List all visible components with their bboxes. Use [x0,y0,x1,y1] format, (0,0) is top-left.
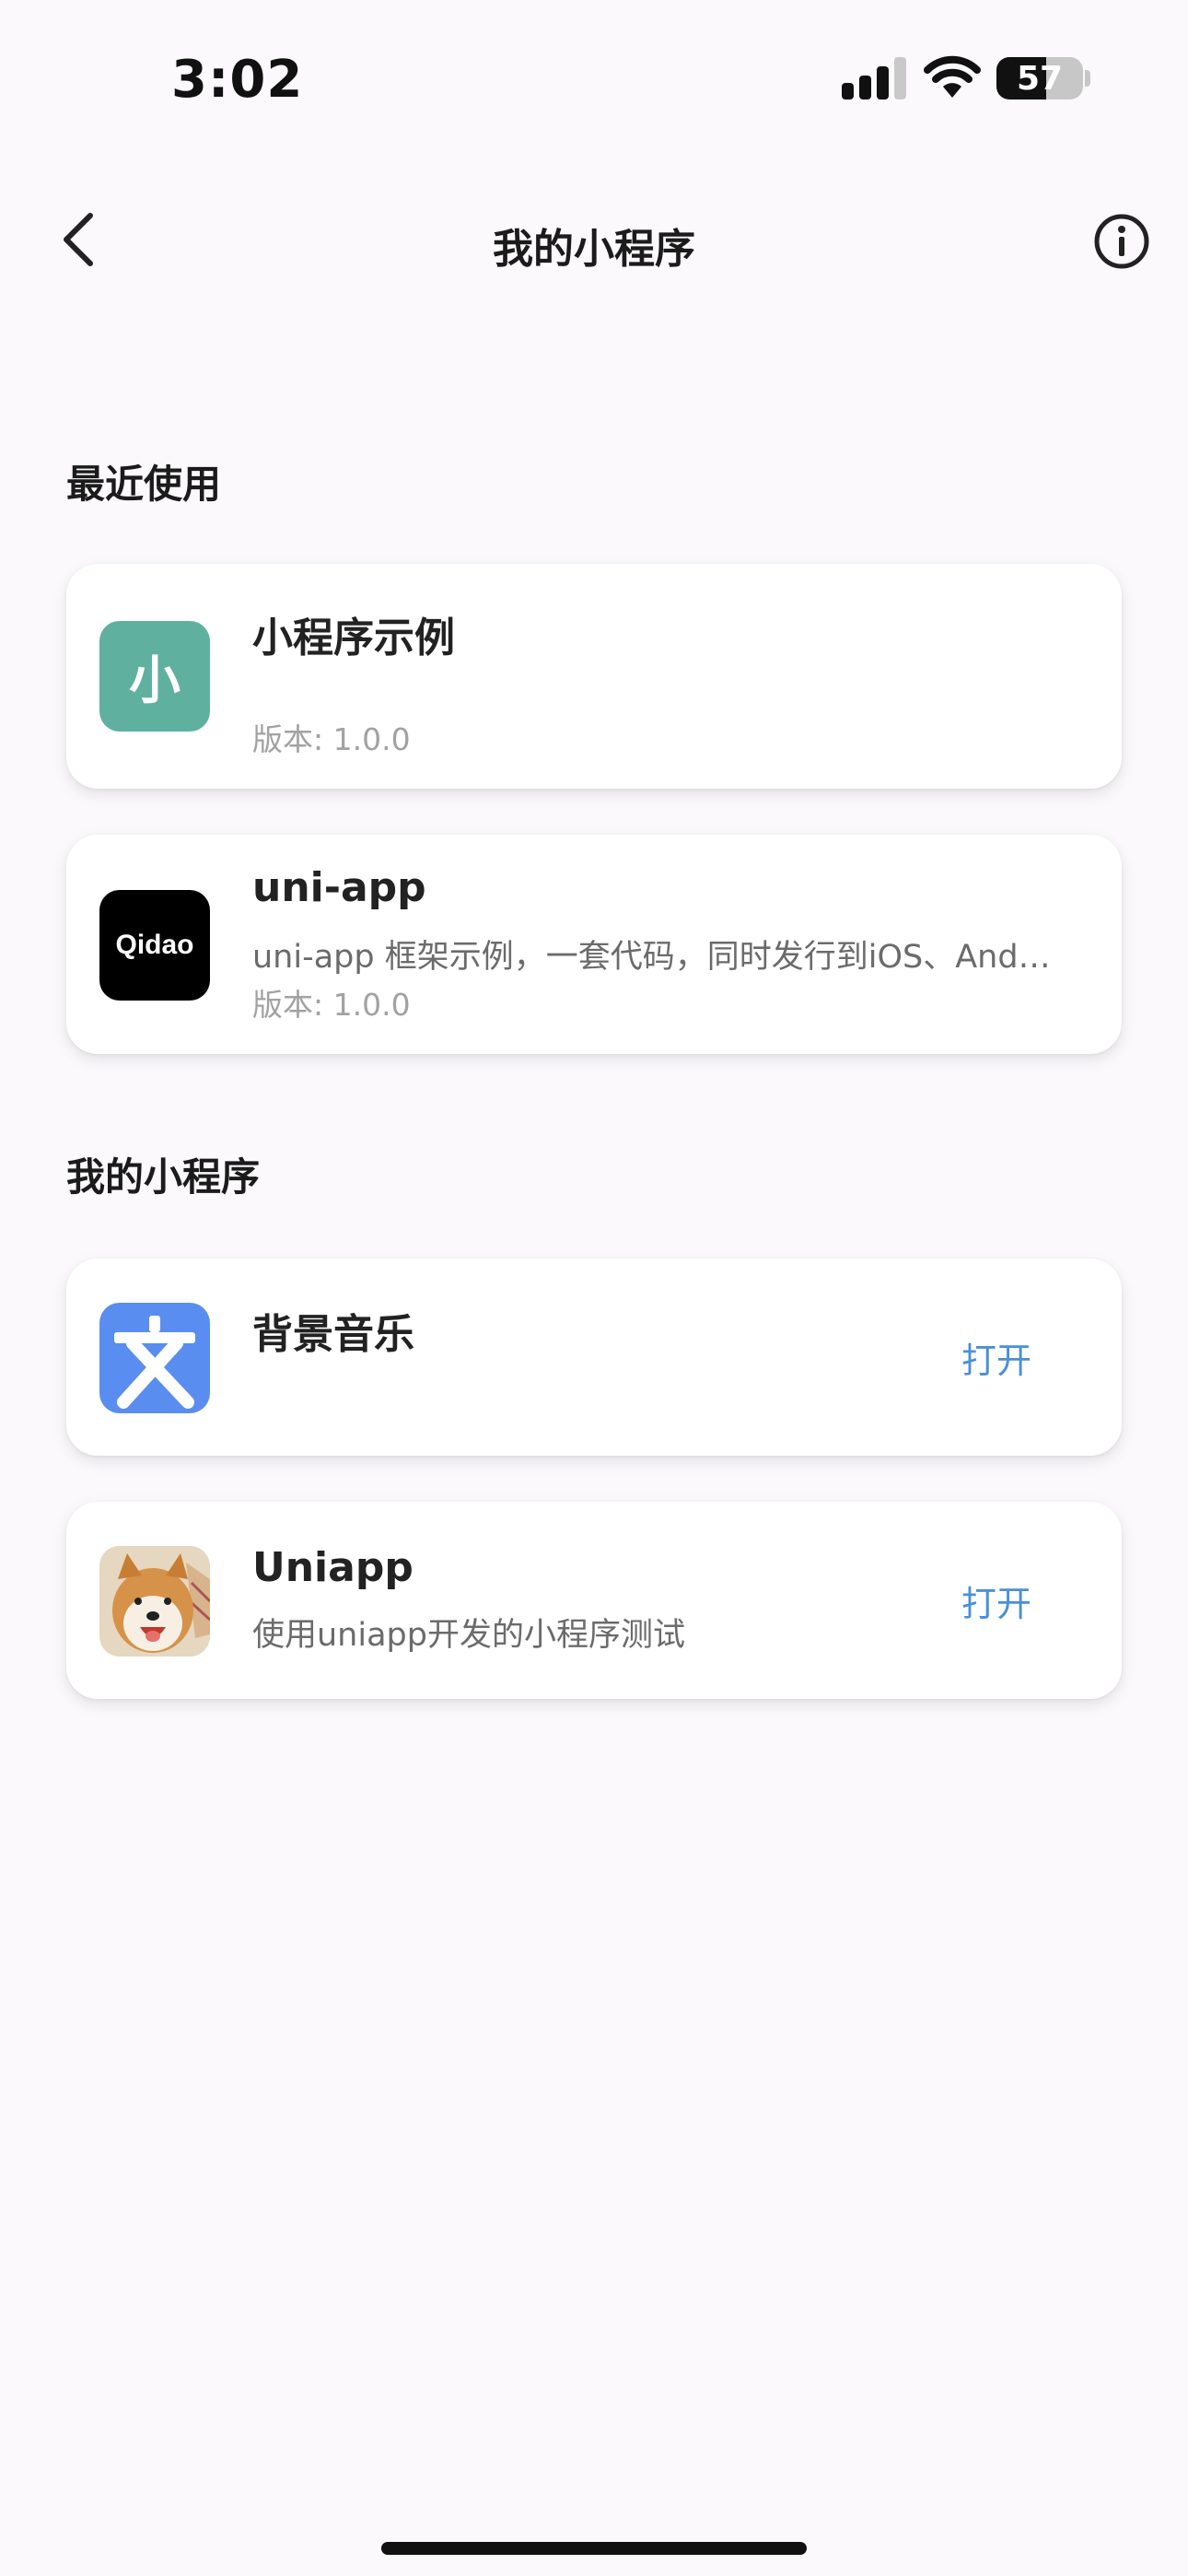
item-name: 背景音乐 [252,1311,414,1358]
section-title-mine: 我的小程序 [66,1154,261,1200]
section-title-recent: 最近使用 [66,462,222,507]
recent-item-card[interactable]: Qidao uni-app uni-app 框架示例，一套代码，同时发行到iOS… [66,835,1122,1054]
mine-item-card[interactable]: Uniapp 使用uniapp开发的小程序测试 打开 [66,1502,1122,1699]
mini-program-icon: 小 [99,621,210,732]
open-button[interactable]: 打开 [961,1332,1031,1383]
wifi-icon [924,55,981,98]
qidao-logo-icon: Qidao [99,890,210,1001]
info-circle-icon [1094,214,1149,269]
screen: 3:02 57 我的小程序 最近使用 小 小程序示例 版本: 1.0.0 Qid… [0,0,1188,2576]
item-name: 小程序示例 [252,615,455,662]
mine-item-card[interactable]: 背景音乐 打开 [66,1259,1122,1456]
cellular-signal-icon [842,57,906,100]
home-indicator [381,2542,807,2555]
status-time: 3:02 [171,50,304,110]
wen-character-icon [99,1303,210,1413]
item-name: Uniapp [252,1544,413,1591]
item-version: 版本: 1.0.0 [252,987,411,1023]
status-bar: 3:02 57 [0,0,1188,157]
battery-tip [1085,70,1090,87]
item-name: uni-app [252,864,426,911]
open-button[interactable]: 打开 [961,1575,1031,1626]
battery-level: 57 [1016,59,1064,98]
item-version: 版本: 1.0.0 [252,721,411,757]
item-description: uni-app 框架示例，一套代码，同时发行到iOS、Android、H5、小程… [252,939,1063,976]
nav-bar: 我的小程序 [0,184,1188,295]
battery-icon: 57 [996,57,1083,100]
icon-text: 小 [129,650,181,711]
shiba-dog-photo-icon [99,1546,210,1657]
page-title: 我的小程序 [493,226,695,273]
recent-item-card[interactable]: 小 小程序示例 版本: 1.0.0 [66,564,1122,789]
info-button[interactable] [1092,212,1151,271]
icon-text: Qidao [115,930,194,960]
item-description: 使用uniapp开发的小程序测试 [252,1617,685,1654]
